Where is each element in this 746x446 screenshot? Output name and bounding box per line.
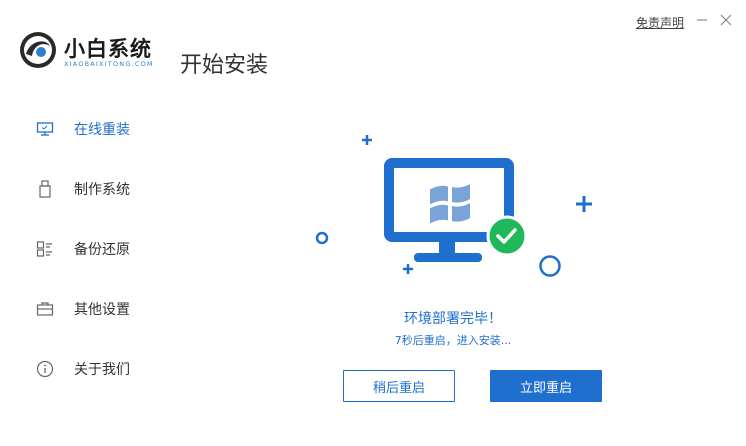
restart-later-button[interactable]: 稍后重启 xyxy=(343,370,455,402)
logo-icon xyxy=(20,32,56,68)
usb-icon xyxy=(36,180,54,198)
sidebar-item-label: 关于我们 xyxy=(74,362,130,378)
restart-now-button[interactable]: 立即重启 xyxy=(490,370,602,402)
sidebar-item-about-us[interactable]: 关于我们 xyxy=(36,354,130,384)
sidebar-item-make-system[interactable]: 制作系统 xyxy=(36,174,130,204)
brand-domain: XIAOBAIXITONG.COM xyxy=(64,60,154,68)
ring-icon xyxy=(315,231,329,245)
install-illustration xyxy=(315,135,592,277)
sidebar-item-label: 备份还原 xyxy=(74,242,130,258)
status-title: 环境部署完毕！ xyxy=(404,311,502,327)
sidebar-item-label: 在线重装 xyxy=(74,122,130,138)
page-title: 开始安装 xyxy=(180,53,269,78)
sidebar-item-backup-restore[interactable]: 备份还原 xyxy=(36,234,130,264)
ring-icon xyxy=(539,255,561,277)
success-check-icon xyxy=(486,215,528,257)
brand-name: 小白系统 xyxy=(64,37,152,61)
monitor-icon xyxy=(36,120,54,138)
sidebar-item-online-reinstall[interactable]: 在线重装 xyxy=(36,114,130,144)
disclaimer-link[interactable]: 免责声明 xyxy=(636,14,684,31)
status-countdown: 7秒后重启，进入安装... xyxy=(394,334,512,347)
info-icon xyxy=(36,360,54,378)
plus-icon xyxy=(576,196,592,212)
sidebar-item-label: 制作系统 xyxy=(74,182,130,198)
windows-logo-icon xyxy=(430,184,470,224)
backup-icon xyxy=(36,240,54,258)
plus-icon xyxy=(362,135,372,145)
close-icon[interactable] xyxy=(718,12,734,28)
minimize-icon[interactable] xyxy=(694,12,710,28)
plus-icon xyxy=(403,264,413,274)
